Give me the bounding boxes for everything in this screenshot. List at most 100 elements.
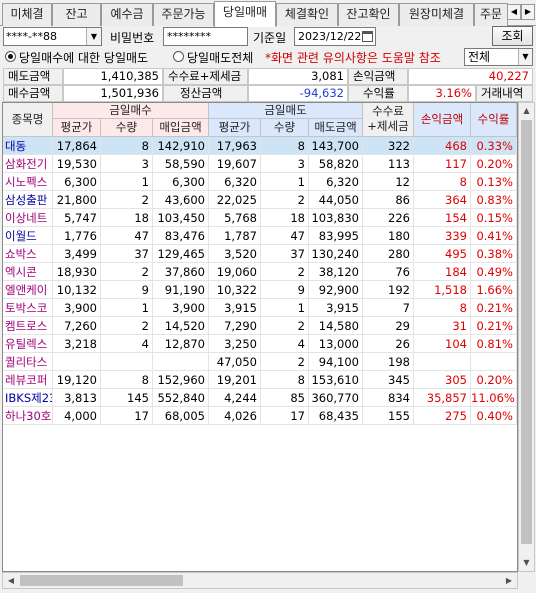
cell-pnl: 305 bbox=[414, 371, 471, 389]
table-row[interactable]: 켐트로스 7,260 2 14,520 7,290 2 14,580 29 31 0.21% bbox=[3, 317, 517, 335]
cell-name: 시노펙스 bbox=[3, 173, 53, 191]
tab-deposit[interactable]: 예수금 bbox=[101, 3, 153, 26]
col-header-buy-amount[interactable]: 매입금액 bbox=[153, 119, 209, 137]
tab-order[interactable]: 주문 bbox=[474, 3, 508, 26]
table-row[interactable]: 엘앤케이 10,132 9 91,190 10,322 9 92,900 192 1,518 1.… bbox=[3, 281, 517, 299]
cell-sell-avg: 22,025 bbox=[209, 191, 261, 209]
scroll-down-icon[interactable]: ▼ bbox=[519, 555, 534, 571]
scrollbar-thumb[interactable] bbox=[20, 575, 183, 586]
col-header-buy-avg[interactable]: 평균가 bbox=[53, 119, 101, 137]
calendar-icon[interactable] bbox=[362, 31, 373, 42]
col-header-sell-amount[interactable]: 매도금액 bbox=[309, 119, 363, 137]
col-header-fee[interactable]: 수수료 +제세금 bbox=[363, 103, 414, 137]
table-row[interactable]: 레뷰코퍼 19,120 8 152,960 19,201 8 153,610 345 305 0.… bbox=[3, 371, 517, 389]
cell-buy-avg: 3,499 bbox=[53, 245, 101, 263]
chevron-down-icon[interactable]: ▼ bbox=[86, 28, 101, 45]
cell-buy-qty: 8 bbox=[101, 137, 153, 155]
table-row[interactable]: 시노펙스 6,300 1 6,300 6,320 1 6,320 12 8 0.13% bbox=[3, 173, 517, 191]
cell-sell-qty: 18 bbox=[261, 209, 309, 227]
query-button[interactable]: 조회 bbox=[492, 26, 533, 46]
cell-buy-amt: 3,900 bbox=[153, 299, 209, 317]
table-row[interactable]: 이상네트 5,747 18 103,450 5,768 18 103,830 226 154 0.… bbox=[3, 209, 517, 227]
cell-buy-qty: 18 bbox=[101, 209, 153, 227]
col-header-pnl[interactable]: 손익금액 bbox=[414, 103, 471, 137]
buy-amount-value: 1,501,936 bbox=[63, 85, 163, 102]
tab-execution-check[interactable]: 체결확인 bbox=[276, 3, 338, 26]
cell-pnl bbox=[414, 353, 471, 371]
cell-sell-qty: 1 bbox=[261, 299, 309, 317]
col-header-buy-qty[interactable]: 수량 bbox=[101, 119, 153, 137]
table-row[interactable]: 이월드 1,776 47 83,476 1,787 47 83,995 180 339 0.41% bbox=[3, 227, 517, 245]
col-header-rate[interactable]: 수익률 bbox=[471, 103, 517, 137]
tab-daily-trade[interactable]: 당일매매 bbox=[214, 1, 276, 27]
cell-name: 이상네트 bbox=[3, 209, 53, 227]
col-header-sell-avg[interactable]: 평균가 bbox=[209, 119, 261, 137]
password-field[interactable]: ******** bbox=[163, 27, 248, 46]
cell-pnl: 8 bbox=[414, 299, 471, 317]
table-row[interactable]: 유틸렉스 3,218 4 12,870 3,250 4 13,000 26 104 0.81% bbox=[3, 335, 517, 353]
cell-sell-qty: 2 bbox=[261, 191, 309, 209]
cell-buy-avg: 10,132 bbox=[53, 281, 101, 299]
cell-name: 삼화전기 bbox=[3, 155, 53, 173]
scrollbar-thumb[interactable] bbox=[521, 120, 532, 544]
cell-sell-avg: 5,768 bbox=[209, 209, 261, 227]
col-header-fee-line1: 수수료 bbox=[372, 104, 404, 118]
horizontal-scrollbar[interactable]: ◀ ▶ bbox=[2, 572, 518, 589]
return-value: 3.16% bbox=[408, 85, 476, 102]
cell-sell-avg: 19,201 bbox=[209, 371, 261, 389]
cell-rate: 0.13% bbox=[471, 173, 517, 191]
scroll-up-icon[interactable]: ▲ bbox=[519, 103, 534, 119]
date-field[interactable]: 2023/12/22 bbox=[294, 27, 376, 46]
tab-balance-check[interactable]: 잔고확인 bbox=[338, 3, 399, 26]
tab-scroll-left-icon[interactable]: ◀ bbox=[507, 4, 521, 20]
filter-select[interactable]: 전체 ▼ bbox=[464, 48, 533, 66]
scroll-right-icon[interactable]: ▶ bbox=[501, 573, 517, 588]
table-row[interactable]: 토박스코 3,900 1 3,900 3,915 1 3,915 7 8 0.21% bbox=[3, 299, 517, 317]
account-select[interactable]: ****-**88 ▼ bbox=[3, 27, 102, 46]
cell-sell-qty: 47 bbox=[261, 227, 309, 245]
table-row[interactable]: 퀄리타스 47,050 2 94,100 198 bbox=[3, 353, 517, 371]
cell-sell-amt: 92,900 bbox=[309, 281, 363, 299]
table-row[interactable]: 삼성출판 21,800 2 43,600 22,025 2 44,050 86 364 0.83% bbox=[3, 191, 517, 209]
return-label: 수익률 bbox=[348, 85, 408, 102]
tab-orderable[interactable]: 주문가능 bbox=[153, 3, 214, 26]
table-row[interactable]: 엑시콘 18,930 2 37,860 19,060 2 38,120 76 184 0.49% bbox=[3, 263, 517, 281]
col-header-sell-qty[interactable]: 수량 bbox=[261, 119, 309, 137]
history-button[interactable]: 거래내역 bbox=[476, 85, 533, 102]
cell-rate: 0.21% bbox=[471, 317, 517, 335]
table-row[interactable]: 대동 17,864 8 142,910 17,963 8 143,700 322 468 0.33… bbox=[3, 137, 517, 155]
cell-pnl: 117 bbox=[414, 155, 471, 173]
scroll-left-icon[interactable]: ◀ bbox=[3, 573, 19, 588]
cell-name: IBKS제23 bbox=[5, 389, 53, 407]
vertical-scrollbar[interactable]: ▲ ▼ bbox=[518, 102, 535, 572]
radio-label-all-sell: 당일매도전체 bbox=[187, 51, 254, 65]
cell-buy-amt: 58,590 bbox=[153, 155, 209, 173]
cell-buy-qty: 2 bbox=[101, 317, 153, 335]
cell-sell-avg: 4,026 bbox=[209, 407, 261, 425]
radio-buy-sell-same-day[interactable] bbox=[5, 51, 16, 62]
cell-pnl: 495 bbox=[414, 245, 471, 263]
tab-balance[interactable]: 잔고 bbox=[52, 3, 101, 26]
password-label: 비밀번호 bbox=[110, 31, 155, 45]
radio-all-sell[interactable] bbox=[173, 51, 184, 62]
tab-scroll-right-icon[interactable]: ▶ bbox=[521, 4, 535, 20]
trade-table: 종목명 금일매수 평균가 수량 매입금액 금일매도 평균가 수량 매도금액 수수… bbox=[2, 102, 518, 572]
table-row[interactable]: IBKS제23 3,813 145 552,840 4,244 85 360,770 834 3… bbox=[3, 389, 517, 407]
cell-name: 퀄리타스 bbox=[3, 353, 53, 371]
cell-name: 켐트로스 bbox=[3, 317, 53, 335]
cell-sell-avg: 19,607 bbox=[209, 155, 261, 173]
cell-buy-qty: 2 bbox=[101, 263, 153, 281]
tab-ledger-unfilled[interactable]: 원장미체결 bbox=[399, 3, 474, 26]
cell-fee: 76 bbox=[363, 263, 414, 281]
cell-sell-avg: 7,290 bbox=[209, 317, 261, 335]
table-row[interactable]: 하나30호 4,000 17 68,005 4,026 17 68,435 155 275 0.4… bbox=[3, 407, 517, 425]
table-row[interactable]: 쇼박스 3,499 37 129,465 3,520 37 130,240 280 495 0.3… bbox=[3, 245, 517, 263]
cell-buy-avg: 4,000 bbox=[53, 407, 101, 425]
cell-buy-avg: 19,530 bbox=[53, 155, 101, 173]
col-header-name[interactable]: 종목명 bbox=[3, 103, 53, 137]
cell-sell-amt: 3,915 bbox=[309, 299, 363, 317]
chevron-down-icon[interactable]: ▼ bbox=[518, 49, 532, 65]
cell-sell-qty: 2 bbox=[261, 317, 309, 335]
tab-unfilled[interactable]: 미체결 bbox=[2, 3, 52, 26]
table-row[interactable]: 삼화전기 19,530 3 58,590 19,607 3 58,820 113 117 0.20… bbox=[3, 155, 517, 173]
